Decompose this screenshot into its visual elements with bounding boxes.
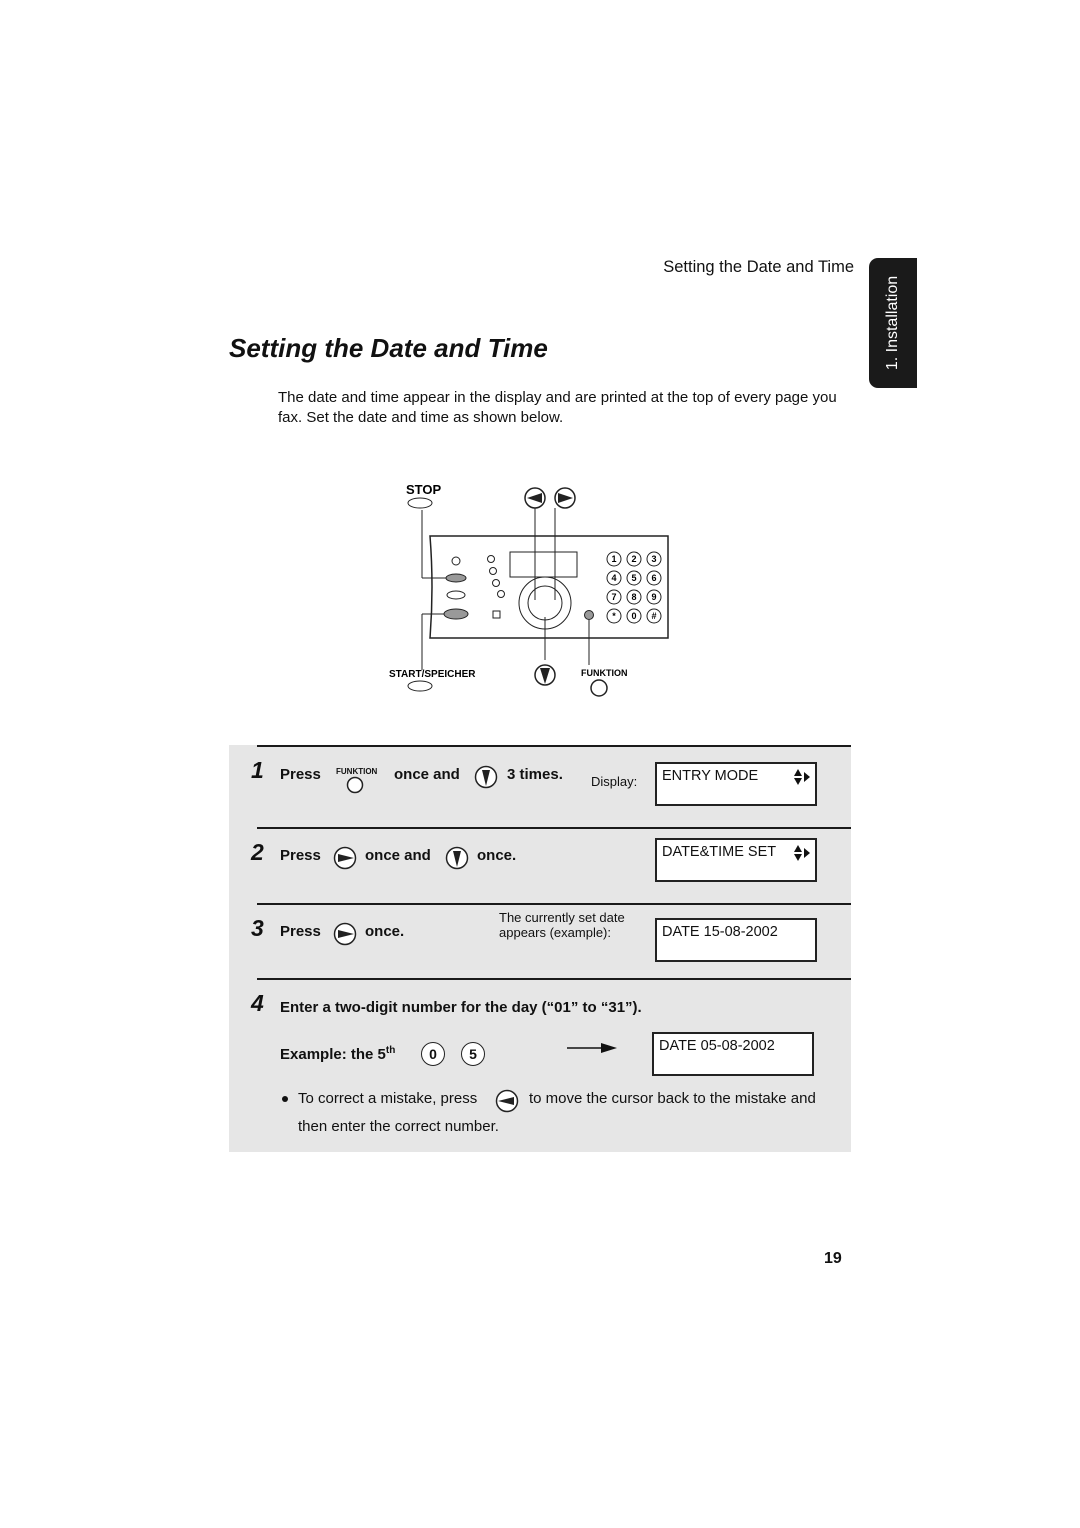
step-text: once. bbox=[365, 923, 405, 940]
step-text: Press bbox=[280, 766, 321, 783]
step-number: 1 bbox=[251, 757, 264, 783]
key-0: 0 bbox=[421, 1042, 445, 1066]
down-arrow-key-icon bbox=[445, 846, 469, 870]
key-5: 5 bbox=[461, 1042, 485, 1066]
down-arrow-key-icon bbox=[534, 664, 556, 686]
lcd-display: DATE 15-08-2002 bbox=[655, 918, 817, 962]
bullet-text: To correct a mistake, press bbox=[298, 1090, 478, 1107]
start-label: START/SPEICHER bbox=[389, 669, 476, 680]
keypad-key-label: 7 bbox=[611, 592, 616, 602]
keypad-key-label: 9 bbox=[651, 592, 656, 602]
keypad-key-label: 2 bbox=[631, 554, 636, 564]
down-arrow-key-icon bbox=[474, 765, 498, 789]
funktion-button-icon bbox=[590, 679, 608, 697]
example-text: Example: the 5 bbox=[280, 1046, 386, 1063]
note-line: The currently set date bbox=[499, 910, 625, 925]
step-number: 3 bbox=[251, 915, 264, 941]
stop-label: STOP bbox=[406, 482, 441, 497]
up-down-right-arrows-icon bbox=[794, 769, 810, 785]
keypad-key-label: 8 bbox=[631, 592, 636, 602]
keypad-key-label: 5 bbox=[631, 573, 636, 583]
divider bbox=[257, 978, 851, 980]
arrow-right-icon bbox=[567, 1043, 617, 1053]
bullet bbox=[282, 1096, 288, 1102]
steps-panel: 1 Press FUNKTION once and 3 times. Displ… bbox=[229, 745, 851, 1152]
keypad-key-label: 6 bbox=[651, 573, 656, 583]
step-note: The currently set date appears (example)… bbox=[499, 910, 625, 940]
funktion-key-label: FUNKTION bbox=[336, 767, 378, 776]
lcd-display: ENTRY MODE bbox=[655, 762, 817, 806]
lcd-text: DATE 15-08-2002 bbox=[662, 924, 778, 940]
page-number: 19 bbox=[824, 1250, 842, 1267]
left-arrow-key-icon bbox=[524, 487, 546, 509]
step-text: once. bbox=[477, 847, 517, 864]
lcd-text: DATE 05-08-2002 bbox=[659, 1038, 775, 1054]
step-text: Press bbox=[280, 847, 321, 864]
lcd-text: ENTRY MODE bbox=[662, 768, 759, 784]
stop-button-icon bbox=[407, 497, 433, 509]
bullet-text: then enter the correct number. bbox=[298, 1118, 499, 1135]
right-arrow-key-icon bbox=[554, 487, 576, 509]
superscript: th bbox=[385, 1045, 396, 1056]
funktion-button-icon bbox=[346, 776, 364, 794]
display-label: Display: bbox=[591, 774, 638, 789]
example-label: Example: the 5th bbox=[280, 1045, 395, 1063]
divider bbox=[257, 827, 851, 829]
step-text: 3 times. bbox=[507, 766, 563, 783]
keypad-key-label: 3 bbox=[651, 554, 656, 564]
keypad-key-label: # bbox=[651, 611, 656, 621]
keypad-key-label: 0 bbox=[631, 611, 636, 621]
bullet-text: to move the cursor back to the mistake a… bbox=[529, 1090, 816, 1107]
funktion-label: FUNKTION bbox=[581, 668, 628, 678]
page-title: Setting the Date and Time bbox=[229, 333, 548, 363]
step-number: 2 bbox=[251, 839, 264, 865]
step-text: once and bbox=[365, 847, 431, 864]
keypad-key-label: 1 bbox=[611, 554, 616, 564]
step-text: Press bbox=[280, 923, 321, 940]
right-arrow-key-icon bbox=[333, 922, 357, 946]
section-tab-label: 1. Installation bbox=[884, 275, 901, 371]
up-down-right-arrows-icon bbox=[794, 845, 810, 861]
divider bbox=[257, 903, 851, 905]
lcd-text: DATE&TIME SET bbox=[662, 844, 777, 860]
section-tab: 1. Installation bbox=[869, 258, 917, 388]
note-line: appears (example): bbox=[499, 925, 611, 940]
intro-paragraph: The date and time appear in the display … bbox=[278, 389, 837, 426]
divider bbox=[257, 745, 851, 747]
fax-control-panel-diagram: STOP 1 2 3 4 5 6 7 8 9 * 0 # START/SPEICHER FUNKTIO… bbox=[389, 482, 669, 697]
step-number: 4 bbox=[251, 990, 264, 1016]
lcd-display: DATE 05-08-2002 bbox=[652, 1032, 814, 1076]
step-text: once and bbox=[394, 766, 460, 783]
lcd-window bbox=[509, 551, 578, 578]
lcd-display: DATE&TIME SET bbox=[655, 838, 817, 882]
right-arrow-key-icon bbox=[333, 846, 357, 870]
left-arrow-key-icon bbox=[495, 1089, 519, 1113]
step-instruction: Enter a two-digit number for the day (“0… bbox=[280, 999, 642, 1016]
start-button-icon bbox=[407, 680, 433, 692]
keypad-key-label: 4 bbox=[611, 573, 616, 583]
keypad-key-label: * bbox=[612, 611, 616, 621]
running-header: Setting the Date and Time bbox=[663, 258, 854, 276]
